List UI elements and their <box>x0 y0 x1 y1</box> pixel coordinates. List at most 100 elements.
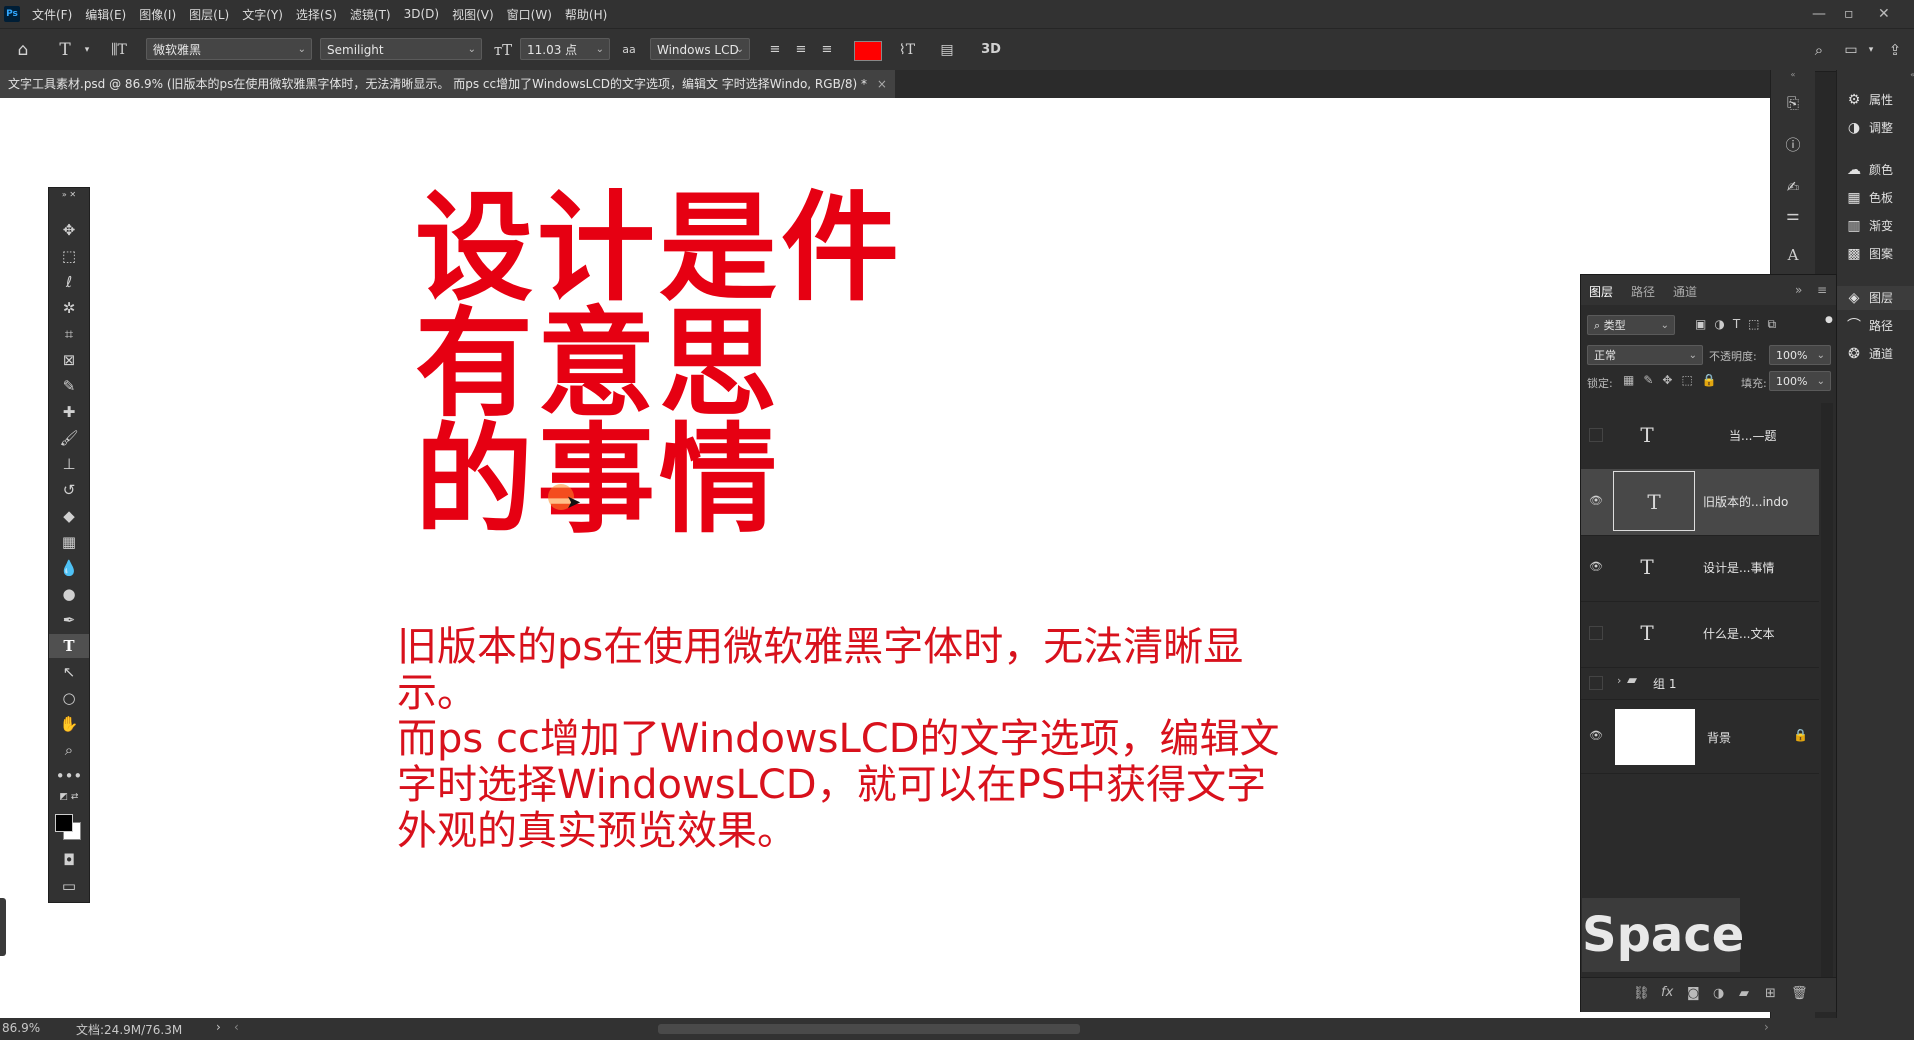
menu-edit[interactable]: 编辑(E) <box>85 6 126 23</box>
tab-layers[interactable]: 图层 <box>1589 283 1613 300</box>
delete-layer-icon[interactable]: 🗑 <box>1791 986 1808 1001</box>
chevron-down-icon[interactable]: ▾ <box>1860 39 1882 61</box>
menu-filter[interactable]: 滤镜(T) <box>350 6 391 23</box>
font-family-select[interactable]: 微软雅黑 ⌄ <box>146 38 312 60</box>
antialias-select[interactable]: Windows LCD ⌄ <box>650 38 750 60</box>
status-menu-arrow[interactable]: › <box>216 1020 221 1034</box>
quick-mask-icon[interactable]: ◘ <box>49 848 89 872</box>
document-tab[interactable]: 文字工具素材.psd @ 86.9% (旧版本的ps在使用微软雅黑字体时，无法清… <box>0 70 895 98</box>
more-tools-icon[interactable]: ••• <box>49 764 89 788</box>
fx-icon[interactable]: fx <box>1661 985 1673 1000</box>
close-tab-icon[interactable]: × <box>877 77 887 91</box>
close-window-icon[interactable]: ✕ <box>1878 0 1890 28</box>
frame-tool-icon[interactable]: ⊠ <box>49 348 89 372</box>
move-tool-icon[interactable]: ✥ <box>49 218 89 242</box>
new-layer-icon[interactable]: ⊞ <box>1765 986 1776 1001</box>
panel-channels[interactable]: ❂ 通道 <box>1837 342 1914 366</box>
tab-paths[interactable]: 路径 <box>1631 283 1655 300</box>
menu-view[interactable]: 视图(V) <box>452 6 494 23</box>
dodge-tool-icon[interactable]: ● <box>49 582 89 606</box>
eye-icon[interactable]: 👁 <box>1589 560 1603 574</box>
lock-pixels-icon[interactable]: ✎ <box>1643 373 1662 387</box>
menu-type[interactable]: 文字(Y) <box>242 6 283 23</box>
tab-channels[interactable]: 通道 <box>1673 283 1697 300</box>
lock-icon[interactable]: 🔒 <box>1793 728 1808 742</box>
text-color-swatch[interactable] <box>854 41 882 61</box>
character-panel-icon[interactable]: A <box>1771 242 1815 268</box>
layer-row[interactable]: T 什么是...文本 <box>1581 601 1819 668</box>
panel-gradients[interactable]: ▥ 渐变 <box>1837 214 1914 238</box>
panel-menu-icon[interactable]: ≡ <box>1817 283 1827 297</box>
menu-window[interactable]: 窗口(W) <box>507 6 552 23</box>
hand-tool-icon[interactable]: ✋ <box>49 712 89 736</box>
panel-patterns[interactable]: ▩ 图案 <box>1837 242 1914 266</box>
panel-paths[interactable]: ⌒ 路径 <box>1837 314 1914 338</box>
panel-collapse-icon[interactable]: » <box>1795 283 1802 297</box>
history-panel-icon[interactable]: ⎘ <box>1771 90 1815 116</box>
filter-adjustment-icon[interactable]: ◑ <box>1714 317 1732 331</box>
scroll-right-icon[interactable]: › <box>1764 1020 1769 1034</box>
align-left-icon[interactable]: ≡ <box>764 39 786 61</box>
workspace-icon[interactable]: ▭ <box>1840 39 1862 61</box>
crop-tool-icon[interactable]: ⌗ <box>49 322 89 346</box>
type-tool-preset-icon[interactable]: T <box>54 39 76 61</box>
link-layers-icon[interactable]: ⛓ <box>1633 986 1650 1001</box>
adjustment-layer-icon[interactable]: ◑ <box>1713 986 1724 1001</box>
ellipse-tool-icon[interactable]: ○ <box>49 686 89 710</box>
menu-file[interactable]: 文件(F) <box>32 6 72 23</box>
visibility-toggle-off[interactable] <box>1589 626 1603 640</box>
home-icon[interactable]: ⌂ <box>12 39 34 61</box>
layer-row[interactable]: 👁 背景 🔒 <box>1581 701 1819 774</box>
healing-brush-tool-icon[interactable]: ✚ <box>49 400 89 424</box>
info-panel-icon[interactable]: ⓘ <box>1771 132 1815 158</box>
marquee-tool-icon[interactable]: ⬚ <box>49 244 89 268</box>
zoom-level[interactable]: 86.9% <box>2 1021 40 1035</box>
fill-input[interactable]: 100% ⌄ <box>1769 371 1831 391</box>
screen-mode-icon[interactable]: ▭ <box>49 874 89 898</box>
font-size-select[interactable]: 11.03 点 ⌄ <box>520 38 610 60</box>
new-group-icon[interactable]: ▰ <box>1739 986 1749 1001</box>
menu-3d[interactable]: 3D(D) <box>404 7 439 21</box>
eye-icon[interactable]: 👁 <box>1589 729 1603 743</box>
eyedropper-tool-icon[interactable]: ✎ <box>49 374 89 398</box>
lock-position-icon[interactable]: ✥ <box>1662 373 1681 387</box>
filter-toggle-icon[interactable]: ● <box>1825 315 1833 327</box>
blend-mode-select[interactable]: 正常 ⌄ <box>1587 345 1703 365</box>
type-tool-icon[interactable]: T <box>49 634 89 658</box>
menu-select[interactable]: 选择(S) <box>296 6 337 23</box>
swap-colors-icon[interactable]: ◩ ⇄ <box>49 790 89 804</box>
restore-icon[interactable]: ▫ <box>1844 0 1854 28</box>
lock-artboard-icon[interactable]: ⬚ <box>1681 373 1701 387</box>
lock-all-icon[interactable]: 🔒 <box>1702 373 1726 387</box>
panel-swatches[interactable]: ▦ 色板 <box>1837 186 1914 210</box>
path-selection-tool-icon[interactable]: ↖ <box>49 660 89 684</box>
pen-tool-icon[interactable]: ✒ <box>49 608 89 632</box>
panel-adjustments[interactable]: ◑ 调整 <box>1837 116 1914 140</box>
visibility-toggle-off[interactable] <box>1589 428 1603 442</box>
collapse-icon[interactable]: « <box>1771 70 1815 79</box>
chevron-down-icon[interactable]: ▾ <box>76 39 98 61</box>
layer-row[interactable]: T 当...—题 <box>1581 403 1819 470</box>
visibility-toggle-off[interactable] <box>1589 676 1603 690</box>
panel-properties[interactable]: ⚙ 属性 <box>1837 88 1914 112</box>
layer-group-row[interactable]: › ▰ 组 1 <box>1581 667 1819 700</box>
filter-smart-icon[interactable]: ⧉ <box>1768 317 1785 331</box>
minimize-icon[interactable]: — <box>1812 0 1826 28</box>
panel-color[interactable]: ☁ 颜色 <box>1837 158 1914 182</box>
left-panel-handle[interactable] <box>0 898 6 956</box>
eye-icon[interactable]: 👁 <box>1589 494 1603 508</box>
search-icon[interactable]: ⌕ <box>1808 39 1830 61</box>
add-mask-icon[interactable]: ◙ <box>1687 986 1700 1001</box>
horizontal-scrollbar-thumb[interactable] <box>658 1024 1080 1034</box>
foreground-color-swatch[interactable] <box>55 814 73 832</box>
font-style-select[interactable]: Semilight ⌄ <box>320 38 482 60</box>
layer-row[interactable]: 👁 T 设计是...事情 <box>1581 535 1819 602</box>
layers-scrollbar[interactable] <box>1821 403 1833 983</box>
chevron-right-icon[interactable]: › <box>1617 674 1621 687</box>
history-brush-tool-icon[interactable]: ↺ <box>49 478 89 502</box>
align-right-icon[interactable]: ≡ <box>816 39 838 61</box>
magic-wand-tool-icon[interactable]: ✲ <box>49 296 89 320</box>
lasso-tool-icon[interactable]: ℓ <box>49 270 89 294</box>
gradient-tool-icon[interactable]: ▦ <box>49 530 89 554</box>
warp-text-icon[interactable]: ⌇T <box>896 39 918 61</box>
